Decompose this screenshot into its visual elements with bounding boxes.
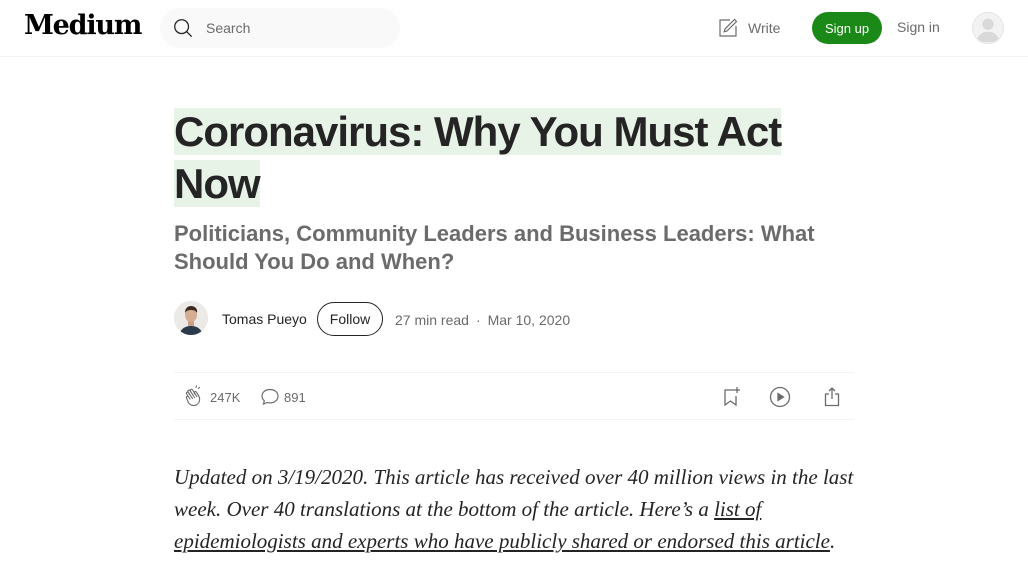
meta-separator: · xyxy=(475,312,481,328)
read-time: 27 min read xyxy=(395,312,469,328)
write-label: Write xyxy=(748,20,781,36)
user-avatar-button[interactable] xyxy=(972,12,1004,44)
response-count: 891 xyxy=(284,389,306,405)
clap-button[interactable]: 247K xyxy=(182,385,240,409)
responses-button[interactable]: 891 xyxy=(258,385,306,409)
search-box[interactable] xyxy=(160,8,400,48)
write-icon xyxy=(719,18,738,37)
user-avatar-icon xyxy=(976,18,1000,43)
author-photo xyxy=(174,301,208,335)
search-input[interactable] xyxy=(206,8,386,48)
sign-in-link[interactable]: Sign in xyxy=(897,19,940,35)
article-meta: 27 min read · Mar 10, 2020 xyxy=(395,312,570,328)
article-title-line-2: Now xyxy=(174,160,261,207)
author-avatar[interactable] xyxy=(174,301,208,335)
article-body-paragraph: Updated on 3/19/2020. This article has r… xyxy=(174,461,854,557)
top-navigation-bar: Medium Write Sign up Sign in xyxy=(0,0,1028,57)
article-title: Coronavirus: Why You Must Act Now xyxy=(174,106,794,210)
article-action-bar: 247K 891 xyxy=(174,372,854,420)
sign-up-button[interactable]: Sign up xyxy=(812,12,882,44)
body-text-after: . xyxy=(829,529,836,553)
search-icon xyxy=(174,19,193,38)
article-subtitle: Politicians, Community Leaders and Busin… xyxy=(174,221,815,274)
bookmark-add-icon[interactable] xyxy=(718,385,742,409)
play-icon[interactable] xyxy=(768,385,792,409)
follow-button[interactable]: Follow xyxy=(317,302,383,336)
share-icon[interactable] xyxy=(820,385,844,409)
clap-count: 247K xyxy=(210,389,241,405)
byline: Tomas Pueyo Follow 27 min read · Mar 10, 2… xyxy=(174,300,854,336)
article-title-line-1: Coronavirus: Why You Must Act xyxy=(174,108,782,155)
clap-icon xyxy=(185,385,201,407)
comment-icon xyxy=(261,388,279,405)
publish-date: Mar 10, 2020 xyxy=(487,312,571,328)
author-name[interactable]: Tomas Pueyo xyxy=(222,311,307,327)
medium-logo[interactable]: Medium xyxy=(24,10,142,41)
write-button[interactable]: Write xyxy=(716,16,780,40)
